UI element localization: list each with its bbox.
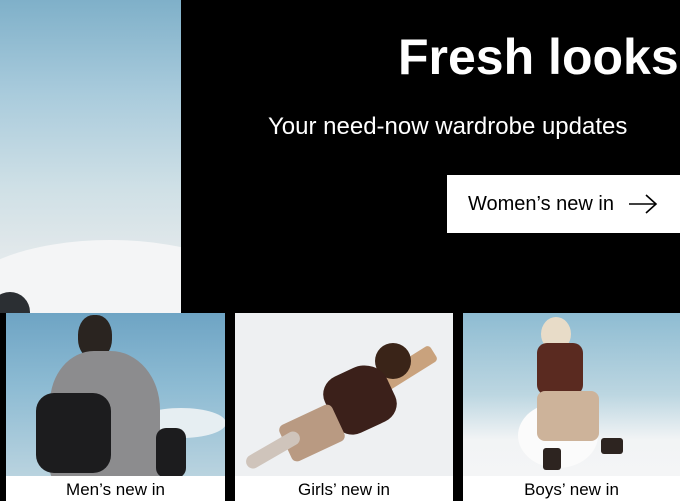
mens-new-in-card[interactable]: Men’s new in [6, 313, 225, 501]
womens-new-in-button[interactable]: Women’s new in [447, 175, 680, 233]
hero-image [0, 0, 181, 313]
boys-new-in-card[interactable]: Boys’ new in [463, 313, 680, 501]
boys-product-image [463, 313, 680, 476]
arrow-right-icon [629, 194, 658, 214]
girls-new-in-card[interactable]: Girls’ new in [235, 313, 453, 501]
tile-caption: Girls’ new in [298, 480, 390, 499]
hero-title: Fresh looks [398, 29, 679, 85]
tile-caption: Boys’ new in [524, 480, 619, 499]
tile-caption: Men’s new in [66, 480, 165, 499]
girls-product-image [235, 313, 453, 476]
cta-label: Women’s new in [468, 192, 614, 215]
mens-product-image [6, 313, 225, 476]
hero-subtitle: Your need-now wardrobe updates [268, 113, 628, 140]
